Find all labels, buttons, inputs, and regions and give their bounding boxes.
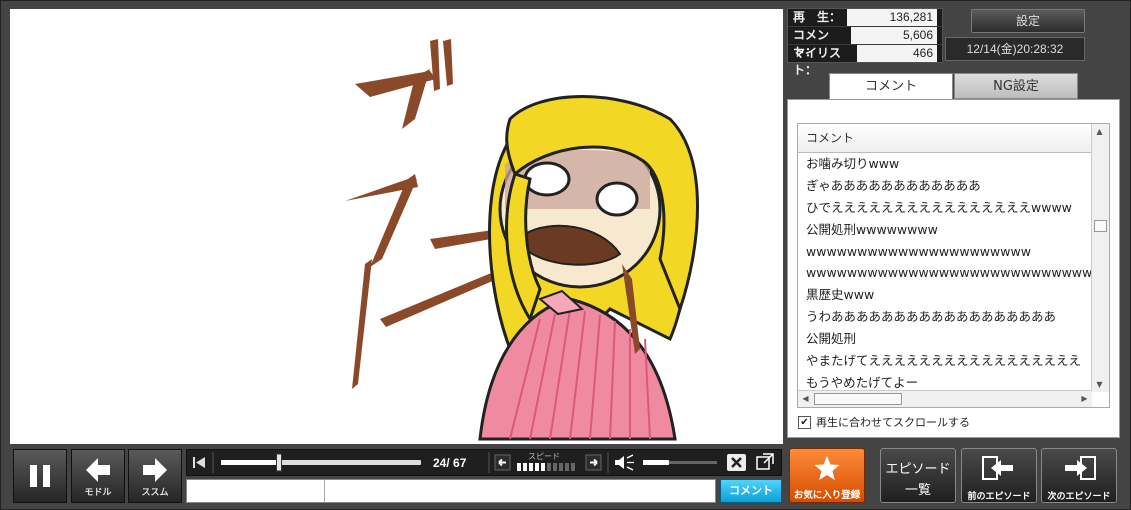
mylist-count-row: マイリスト： 466 xyxy=(788,45,942,77)
scroll-right-icon[interactable]: ▶ xyxy=(1077,391,1092,406)
comment-rows: お噛み切りwww ぎゃああああああああああああ ひでええええええええええええええええ… xyxy=(798,153,1092,394)
previous-episode-button[interactable]: 前のエピソード xyxy=(961,448,1037,503)
mylist-count-value: 466 xyxy=(856,45,937,62)
scroll-left-icon[interactable]: ◀ xyxy=(798,391,813,406)
comment-row[interactable]: 公開処刑wwwwwwww xyxy=(798,219,1092,241)
volume-fill xyxy=(643,460,669,465)
left-eye xyxy=(523,161,571,197)
pause-button[interactable] xyxy=(13,449,67,503)
command-input[interactable] xyxy=(187,480,325,502)
tab-comment[interactable]: コメント xyxy=(829,73,953,99)
comment-row[interactable]: wwwwwwwwwwwwwwwwwwwwww xyxy=(798,241,1092,263)
previous-episode-label: 前のエピソード xyxy=(967,492,1031,502)
comment-count-row: コメント： 5,606 xyxy=(788,27,942,59)
scroll-sync-checkbox[interactable]: ✔ xyxy=(798,415,811,429)
back-button-label: モドル xyxy=(84,488,112,498)
video-screen[interactable] xyxy=(10,9,783,444)
tab-ng-settings[interactable]: NG設定 xyxy=(954,73,1078,99)
horizontal-scroll-thumb[interactable] xyxy=(814,393,902,405)
play-count-row: 再 生： 136,281 xyxy=(788,9,942,27)
vertical-scroll-thumb[interactable] xyxy=(1094,220,1107,232)
comment-input[interactable] xyxy=(325,480,715,502)
time-display: 24/ 67 xyxy=(433,456,467,470)
stats-panel: 再 生： 136,281 コメント： 5,606 マイリスト： 466 xyxy=(787,8,943,77)
next-episode-label: 次のエピソード xyxy=(1047,492,1111,502)
fullscreen-icon[interactable] xyxy=(756,453,774,470)
previous-episode-icon xyxy=(982,456,1013,480)
comment-visibility-toggle-icon[interactable] xyxy=(727,454,746,471)
comment-list[interactable]: コメント お噛み切りwww ぎゃああああああああああああ ひでえええええええええええ… xyxy=(797,123,1110,408)
add-favorite-label: お気に入り登録 xyxy=(793,490,861,501)
episode-list-label-line1: エピソード xyxy=(885,462,951,477)
forward-button[interactable]: ススム xyxy=(128,449,182,503)
current-datetime: 12/14(金)20:28:32 xyxy=(945,37,1085,61)
arrow-left-icon xyxy=(86,458,110,482)
next-episode-button[interactable]: 次のエピソード xyxy=(1041,448,1117,503)
episode-list-label-line2: 一覧 xyxy=(904,483,931,498)
comment-row[interactable]: お噛み切りwww xyxy=(798,153,1092,175)
video-frame-illustration xyxy=(345,39,699,441)
rewind-start-icon[interactable] xyxy=(193,457,205,468)
comment-row[interactable]: ぎゃああああああああああああ xyxy=(798,175,1092,197)
comment-panel: コメント お噛み切りwww ぎゃああああああああああああ ひでえええええええええええ… xyxy=(787,99,1120,438)
right-eye xyxy=(595,181,639,217)
next-episode-icon xyxy=(1065,456,1096,480)
comment-list-vertical-scrollbar[interactable]: ▲ ▼ xyxy=(1091,124,1109,392)
comment-input-area xyxy=(186,479,716,503)
comment-list-horizontal-scrollbar[interactable]: ◀ ▶ xyxy=(798,390,1092,407)
speaker-icon[interactable] xyxy=(615,454,634,471)
mylist-count-label: マイリスト： xyxy=(793,46,842,77)
play-count-label: 再 生： xyxy=(793,10,842,24)
comment-submit-button[interactable]: コメント xyxy=(720,479,782,503)
comment-count-label: コメント： xyxy=(793,28,830,59)
forward-button-label: ススム xyxy=(141,488,169,498)
speed-level-meter[interactable] xyxy=(517,463,575,471)
episode-list-button[interactable]: エピソード 一覧 xyxy=(880,448,956,503)
comment-row[interactable]: ひでええええええええええええええええwwww xyxy=(798,197,1092,219)
scroll-sync-label: 再生に合わせてスクロールする xyxy=(816,416,970,429)
pause-icon xyxy=(30,465,50,487)
seek-track-fill xyxy=(221,460,279,465)
settings-button[interactable]: 設定 xyxy=(971,9,1085,33)
speed-down-icon[interactable] xyxy=(494,454,511,471)
seek-toolbar: 24/ 67 スピード xyxy=(186,449,782,476)
seek-handle[interactable] xyxy=(276,453,282,472)
comment-row[interactable]: wwwwwwwwwwwwwwwwwwwwwwwwwwwwwwww xyxy=(798,262,1092,284)
seek-toolbar-graphics: 24/ 67 スピード xyxy=(193,452,774,473)
comment-row[interactable]: 公開処刑 xyxy=(798,328,1092,350)
player-frame: 再 生： 136,281 コメント： 5,606 マイリスト： 466 設定 1… xyxy=(0,0,1131,510)
scroll-sync-option[interactable]: ✔ 再生に合わせてスクロールする xyxy=(798,414,970,430)
comment-row[interactable]: うわああああああああああああああああああ xyxy=(798,306,1092,328)
star-icon xyxy=(814,456,840,480)
scroll-down-icon[interactable]: ▼ xyxy=(1092,377,1107,392)
speed-up-icon[interactable] xyxy=(585,454,602,471)
play-count-value: 136,281 xyxy=(847,9,937,26)
arrow-right-icon xyxy=(143,458,167,482)
back-button[interactable]: モドル xyxy=(71,449,125,503)
comment-list-header[interactable]: コメント xyxy=(798,124,1109,153)
speed-label: スピード xyxy=(528,452,560,461)
comment-row[interactable]: やまたげてえええええええええええええええええ xyxy=(798,350,1092,372)
comment-row[interactable]: 黒歴史www xyxy=(798,284,1092,306)
add-favorite-button[interactable]: お気に入り登録 xyxy=(789,448,865,503)
scroll-up-icon[interactable]: ▲ xyxy=(1092,124,1107,139)
comment-count-value: 5,606 xyxy=(850,27,937,44)
